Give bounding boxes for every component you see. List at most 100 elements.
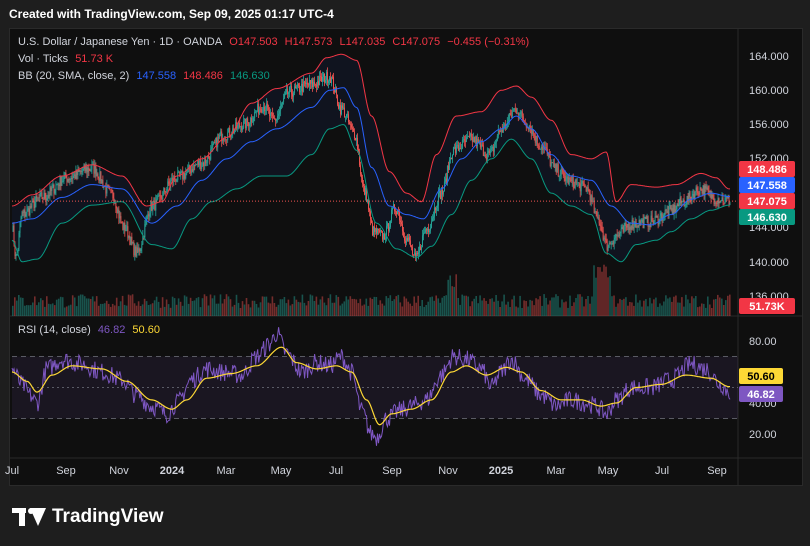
volume-bar: [385, 296, 388, 316]
volume-bar: [457, 298, 459, 316]
candle-body: [16, 253, 18, 255]
candle-body: [327, 72, 329, 83]
candle-body: [564, 176, 566, 181]
candle-body: [592, 201, 594, 203]
candle-body: [344, 107, 345, 117]
candle-body: [563, 172, 565, 176]
volume-bar: [477, 303, 479, 316]
candle-body: [210, 149, 212, 160]
candle-body: [501, 129, 503, 133]
candle-body: [241, 126, 243, 131]
candle-body: [205, 159, 207, 164]
candle-body: [568, 177, 570, 185]
candle-body: [181, 171, 183, 173]
candle-body: [29, 206, 31, 216]
candle-body: [513, 108, 515, 111]
volume-bar: [339, 305, 342, 316]
volume-bar: [523, 300, 525, 316]
candle-body: [455, 145, 457, 153]
bb-upper-badge-text: 148.486: [747, 164, 787, 176]
candle-body: [721, 197, 723, 201]
candle-body: [651, 215, 653, 222]
candle-body: [127, 226, 129, 238]
volume-bar: [599, 267, 601, 316]
candle-body: [602, 230, 604, 240]
candle-body: [240, 126, 242, 127]
volume-bar: [291, 304, 294, 316]
volume-bar: [135, 305, 138, 316]
candle-body: [283, 98, 285, 102]
volume-bar: [313, 301, 316, 316]
candle-body: [135, 246, 137, 257]
candle-body: [209, 157, 211, 160]
volume-bar: [223, 299, 226, 316]
volume-bar: [159, 307, 162, 316]
candle-body: [633, 227, 635, 229]
volume-bar: [517, 307, 519, 316]
candle-body: [472, 137, 474, 142]
volume-bar: [529, 299, 531, 316]
volume-bar: [325, 305, 328, 316]
candle-body: [387, 223, 388, 227]
volume-bar: [227, 296, 230, 316]
candle-body: [433, 207, 435, 217]
candle-body: [385, 238, 386, 240]
candle-body: [25, 214, 27, 217]
volume-bar: [349, 296, 352, 316]
candle-body: [297, 84, 299, 88]
volume-bar: [177, 298, 180, 316]
candle-body: [372, 223, 373, 236]
candle-body: [176, 180, 178, 182]
volume-bar: [461, 294, 463, 316]
volume-bar: [575, 298, 577, 316]
candle-body: [656, 215, 658, 218]
candle-body: [723, 202, 725, 204]
candle-body: [559, 174, 561, 176]
candle-body: [436, 205, 438, 208]
volume-bar: [683, 306, 685, 316]
volume-bar: [195, 298, 198, 316]
candle-body: [290, 86, 292, 87]
candle-body: [554, 164, 556, 168]
candle-body: [620, 228, 622, 234]
candle-body: [85, 167, 87, 172]
candle-body: [99, 171, 101, 181]
candle-body: [585, 187, 587, 192]
candle-body: [287, 88, 289, 94]
volume-bar: [685, 294, 687, 316]
candle-body: [274, 118, 276, 120]
bb-legend: BB (20, SMA, close, 2) 147.558 148.486 1…: [18, 70, 274, 82]
tradingview-logo[interactable]: TradingView: [12, 505, 164, 529]
candle-body: [44, 193, 46, 199]
volume-bar: [327, 298, 330, 316]
candle-body: [157, 196, 159, 199]
volume-bar: [119, 301, 122, 316]
candle-body: [247, 118, 249, 123]
candle-body: [88, 167, 90, 171]
time-tick-label: Mar: [217, 465, 236, 477]
candle-body: [184, 173, 186, 179]
volume-bar: [263, 296, 266, 316]
candle-body: [419, 246, 421, 251]
volume-bar: [487, 303, 489, 316]
candle-body: [204, 159, 206, 166]
candle-body: [195, 164, 197, 166]
candle-body: [636, 226, 638, 227]
price-tick-label: 164.000: [749, 51, 789, 63]
volume-bar: [447, 279, 449, 316]
candle-body: [337, 94, 338, 105]
volume-bar: [399, 302, 402, 316]
volume-bar: [571, 306, 573, 316]
volume-bar: [433, 300, 435, 316]
candle-body: [58, 184, 60, 187]
volume-bar: [225, 294, 228, 316]
candle-body: [226, 139, 228, 141]
candle-body: [578, 182, 580, 184]
candle-body: [588, 189, 590, 194]
volume-bar: [437, 298, 439, 316]
rsi-legend: RSI (14, close) 46.82 50.60: [18, 324, 164, 336]
volume-bar: [317, 304, 320, 316]
candle-body: [95, 166, 97, 177]
candle-body: [520, 111, 522, 113]
volume-bar: [593, 265, 595, 316]
